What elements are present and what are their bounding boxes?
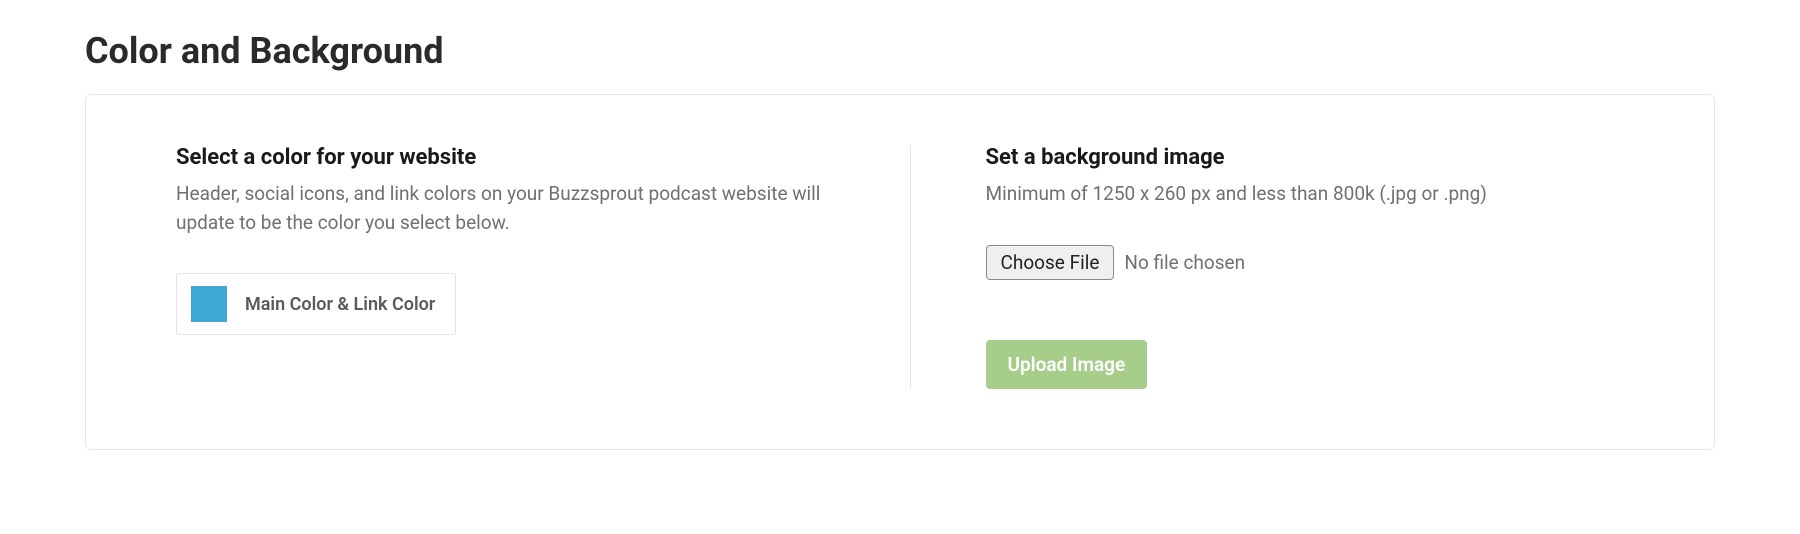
- color-picker-label: Main Color & Link Color: [245, 294, 435, 315]
- page-title: Color and Background: [85, 30, 1715, 72]
- color-section-description: Header, social icons, and link colors on…: [176, 180, 850, 237]
- choose-file-button[interactable]: Choose File: [986, 245, 1115, 280]
- file-status-text: No file chosen: [1124, 251, 1245, 274]
- color-section: Select a color for your website Header, …: [176, 145, 911, 389]
- background-section: Set a background image Minimum of 1250 x…: [911, 145, 1660, 389]
- background-section-description: Minimum of 1250 x 260 px and less than 8…: [986, 180, 1660, 209]
- color-swatch: [191, 286, 227, 322]
- settings-card: Select a color for your website Header, …: [85, 94, 1715, 450]
- file-input-row: Choose File No file chosen: [986, 245, 1660, 280]
- color-section-heading: Select a color for your website: [176, 145, 850, 170]
- color-picker[interactable]: Main Color & Link Color: [176, 273, 456, 335]
- upload-image-button[interactable]: Upload Image: [986, 340, 1148, 389]
- background-section-heading: Set a background image: [986, 145, 1660, 170]
